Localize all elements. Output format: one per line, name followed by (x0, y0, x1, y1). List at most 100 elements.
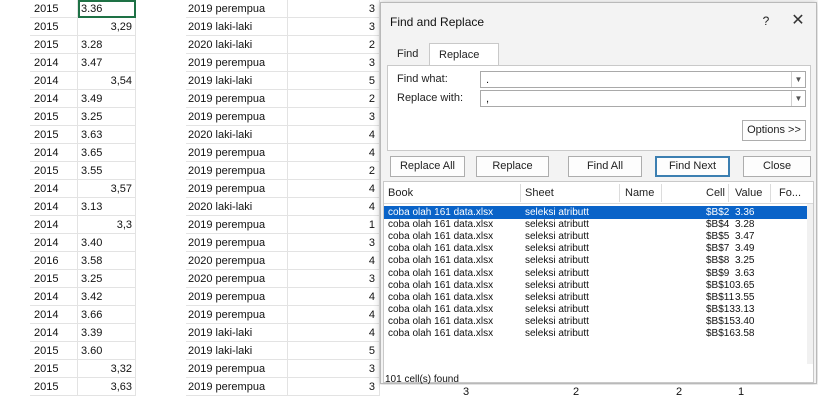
cell-year-entry[interactable]: 2015 (30, 342, 78, 360)
cell-year-entry[interactable]: 2015 (30, 270, 78, 288)
cell-gpa[interactable]: 3,57 (78, 180, 136, 198)
dialog-titlebar[interactable]: Find and Replace ? ✕ (381, 3, 816, 37)
cell-graduation-gender[interactable]: 2019 perempua (186, 288, 288, 306)
column-header-book[interactable]: Book (388, 187, 413, 199)
result-row[interactable]: coba olah 161 data.xlsx seleksi atributt $… (384, 315, 813, 328)
find-all-button[interactable]: Find All (568, 156, 642, 177)
cell-graduation-gender[interactable]: 2019 laki-laki (186, 72, 288, 90)
cell-graduation-gender[interactable]: 2019 perempua (186, 162, 288, 180)
cell-value[interactable]: 3 (288, 378, 380, 396)
cell-year-entry[interactable]: 2014 (30, 216, 78, 234)
cell-value[interactable]: 1 (288, 216, 380, 234)
cell-graduation-gender[interactable]: 2019 laki-laki (186, 324, 288, 342)
column-separator[interactable] (520, 184, 521, 202)
cell-gpa[interactable]: 3.28 (78, 36, 136, 54)
cell-gpa[interactable]: 3.55 (78, 162, 136, 180)
cell-gpa[interactable]: 3.66 (78, 306, 136, 324)
close-button[interactable]: Close (743, 156, 811, 177)
column-header-sheet[interactable]: Sheet (525, 187, 554, 199)
cell-gpa[interactable]: 3.25 (78, 270, 136, 288)
cell-gpa[interactable]: 3.60 (78, 342, 136, 360)
tab-find[interactable]: Find (388, 43, 429, 65)
find-what-field[interactable]: . ▼ (480, 71, 806, 88)
result-row[interactable]: coba olah 161 data.xlsx seleksi atributt $… (384, 206, 813, 219)
cell-year-entry[interactable]: 2014 (30, 90, 78, 108)
cell-year-entry[interactable]: 2014 (30, 234, 78, 252)
cell-graduation-gender[interactable]: 2019 perempua (186, 54, 288, 72)
options-button[interactable]: Options >> (742, 120, 806, 141)
bottom-cell[interactable]: 1 (738, 385, 744, 399)
cell-graduation-gender[interactable]: 2019 laki-laki (186, 18, 288, 36)
cell-year-entry[interactable]: 2015 (30, 0, 78, 18)
cell-graduation-gender[interactable]: 2019 perempua (186, 90, 288, 108)
cell-value[interactable]: 4 (288, 198, 380, 216)
cell-graduation-gender[interactable]: 2019 laki-laki (186, 342, 288, 360)
result-row[interactable]: coba olah 161 data.xlsx seleksi atributt $… (384, 291, 813, 304)
cell-value[interactable]: 4 (288, 180, 380, 198)
cell-graduation-gender[interactable]: 2020 perempua (186, 252, 288, 270)
cell-gpa[interactable]: 3.65 (78, 144, 136, 162)
cell-graduation-gender[interactable]: 2019 perempua (186, 108, 288, 126)
cell-gpa[interactable]: 3.63 (78, 126, 136, 144)
cell-year-entry[interactable]: 2015 (30, 378, 78, 396)
cell-gpa[interactable]: 3.47 (78, 54, 136, 72)
cell-gpa[interactable]: 3,3 (78, 216, 136, 234)
cell-value[interactable]: 2 (288, 90, 380, 108)
cell-value[interactable]: 5 (288, 342, 380, 360)
column-separator[interactable] (619, 184, 620, 202)
cell-value[interactable]: 5 (288, 72, 380, 90)
bottom-cell[interactable]: 2 (676, 385, 682, 399)
cell-gpa[interactable]: 3.42 (78, 288, 136, 306)
cell-graduation-gender[interactable]: 2019 perempua (186, 360, 288, 378)
result-row[interactable]: coba olah 161 data.xlsx seleksi atributt $… (384, 303, 813, 316)
cell-value[interactable]: 2 (288, 36, 380, 54)
cell-gpa[interactable]: 3.40 (78, 234, 136, 252)
cell-year-entry[interactable]: 2014 (30, 72, 78, 90)
cell-year-entry[interactable]: 2015 (30, 360, 78, 378)
cell-year-entry[interactable]: 2014 (30, 144, 78, 162)
cell-value[interactable]: 3 (288, 360, 380, 378)
cell-value[interactable]: 3 (288, 270, 380, 288)
cell-graduation-gender[interactable]: 2019 perempua (186, 180, 288, 198)
cell-year-entry[interactable]: 2014 (30, 198, 78, 216)
cell-gpa[interactable]: 3,29 (78, 18, 136, 36)
cell-value[interactable]: 4 (288, 324, 380, 342)
result-row[interactable]: coba olah 161 data.xlsx seleksi atributt $… (384, 267, 813, 280)
cell-gpa[interactable]: 3.39 (78, 324, 136, 342)
chevron-down-icon[interactable]: ▼ (791, 91, 805, 106)
cell-value[interactable]: 4 (288, 144, 380, 162)
cell-value[interactable]: 3 (288, 54, 380, 72)
column-separator[interactable] (770, 184, 771, 202)
cell-gpa[interactable]: 3.36 (78, 0, 136, 18)
bottom-cell[interactable]: 3 (463, 385, 469, 399)
close-icon[interactable]: ✕ (787, 11, 809, 31)
cell-year-entry[interactable]: 2014 (30, 306, 78, 324)
column-header-name[interactable]: Name (625, 187, 654, 199)
result-row[interactable]: coba olah 161 data.xlsx seleksi atributt $… (384, 230, 813, 243)
cell-year-entry[interactable]: 2014 (30, 324, 78, 342)
cell-graduation-gender[interactable]: 2019 perempua (186, 0, 288, 18)
results-scrollbar[interactable] (807, 204, 813, 364)
result-row[interactable]: coba olah 161 data.xlsx seleksi atributt $… (384, 218, 813, 231)
cell-gpa[interactable]: 3.49 (78, 90, 136, 108)
cell-graduation-gender[interactable]: 2019 perempua (186, 144, 288, 162)
cell-value[interactable]: 4 (288, 126, 380, 144)
cell-value[interactable]: 2 (288, 162, 380, 180)
cell-value[interactable]: 3 (288, 108, 380, 126)
column-header-format[interactable]: Fo... (779, 187, 801, 199)
cell-year-entry[interactable]: 2015 (30, 126, 78, 144)
cell-value[interactable]: 3 (288, 234, 380, 252)
replace-button[interactable]: Replace (476, 156, 549, 177)
cell-graduation-gender[interactable]: 2019 perempua (186, 306, 288, 324)
bottom-cell[interactable]: 2 (573, 385, 579, 399)
cell-value[interactable]: 4 (288, 288, 380, 306)
cell-year-entry[interactable]: 2014 (30, 288, 78, 306)
cell-gpa[interactable]: 3.13 (78, 198, 136, 216)
result-row[interactable]: coba olah 161 data.xlsx seleksi atributt $… (384, 327, 813, 340)
cell-year-entry[interactable]: 2016 (30, 252, 78, 270)
cell-year-entry[interactable]: 2014 (30, 54, 78, 72)
cell-graduation-gender[interactable]: 2020 laki-laki (186, 126, 288, 144)
cell-gpa[interactable]: 3.25 (78, 108, 136, 126)
cell-year-entry[interactable]: 2015 (30, 162, 78, 180)
result-row[interactable]: coba olah 161 data.xlsx seleksi atributt $… (384, 242, 813, 255)
